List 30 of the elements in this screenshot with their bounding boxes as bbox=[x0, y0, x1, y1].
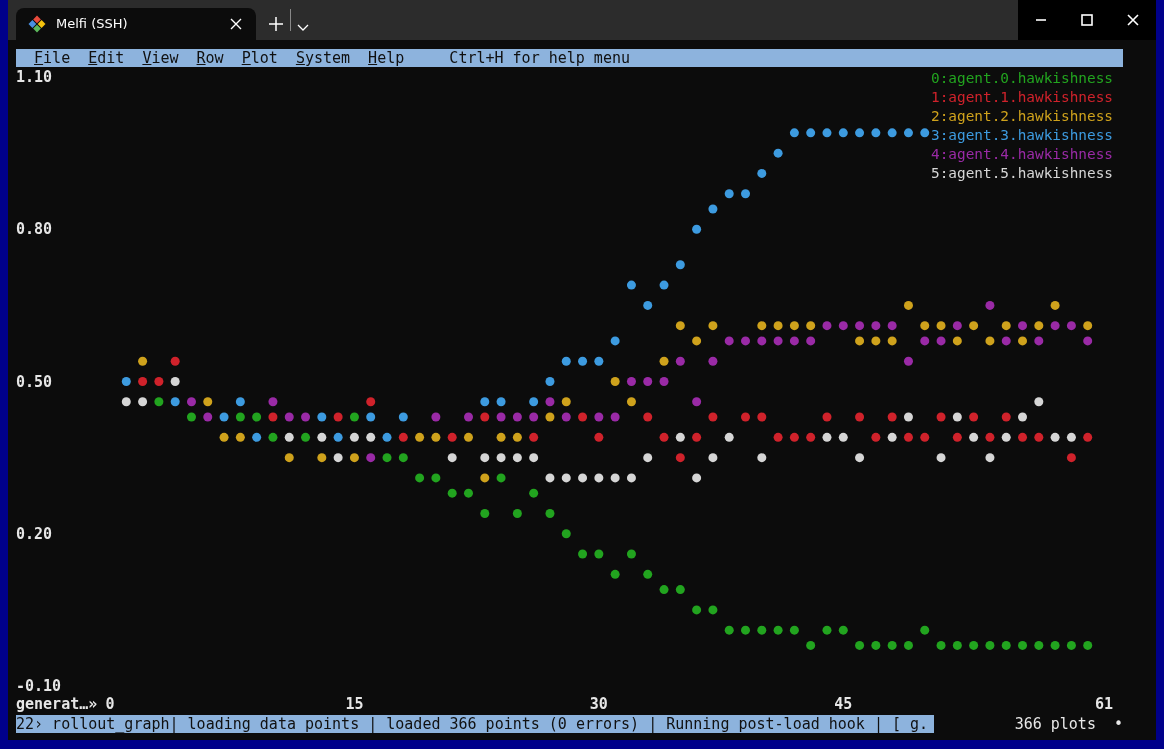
status-indicator: • bbox=[1113, 715, 1123, 733]
axis-tick-label: 0.20 bbox=[16, 524, 53, 543]
axis-tick-label: -0.10 bbox=[16, 677, 62, 695]
menu-item[interactable]: Help bbox=[368, 49, 405, 67]
menu-item[interactable]: View bbox=[142, 49, 179, 67]
help-hint: Ctrl+H for help menu bbox=[449, 49, 630, 67]
legend-entry: 1:agent.1.hawkishness bbox=[931, 89, 1113, 105]
menu-item[interactable]: Edit bbox=[88, 49, 125, 67]
legend-entry: 0:agent.0.hawkishness bbox=[931, 70, 1113, 86]
legend-entry: 4:agent.4.hawkishness bbox=[931, 146, 1113, 162]
legend-entry: 5:agent.5.hawkishness bbox=[931, 165, 1113, 181]
axis-tick-label: 15 bbox=[345, 695, 364, 712]
menu-item[interactable]: File bbox=[34, 49, 71, 67]
axis-tick-label: 0.50 bbox=[16, 372, 53, 391]
menu-item[interactable]: Plot bbox=[241, 49, 278, 67]
axis-tick-label: 1.10 bbox=[16, 68, 53, 86]
status-bar: 22› rollout_graph| loading data points | loaded 366 points (0 errors) | Running post-load hook | [ g. bbox=[16, 715, 934, 733]
plot-count: 366 plots bbox=[1014, 715, 1096, 733]
axis-tick-label: 45 bbox=[834, 695, 853, 712]
axis-tick-label: 30 bbox=[589, 695, 608, 712]
terminal-tab[interactable]: Melfi (SSH) bbox=[16, 8, 256, 40]
axis-label: generat…» bbox=[16, 695, 98, 712]
legend-entry: 3:agent.3.hawkishness bbox=[931, 127, 1113, 143]
menu-item[interactable]: Row bbox=[196, 49, 224, 67]
axis-tick-label: 0.80 bbox=[16, 220, 53, 239]
tab-title: Melfi (SSH) bbox=[56, 15, 129, 34]
menu-item[interactable]: System bbox=[295, 49, 351, 67]
axis-tick-label: 0 bbox=[105, 695, 115, 712]
axis-tick-label: 61 bbox=[1094, 695, 1114, 712]
legend-entry: 2:agent.2.hawkishness bbox=[931, 108, 1113, 124]
